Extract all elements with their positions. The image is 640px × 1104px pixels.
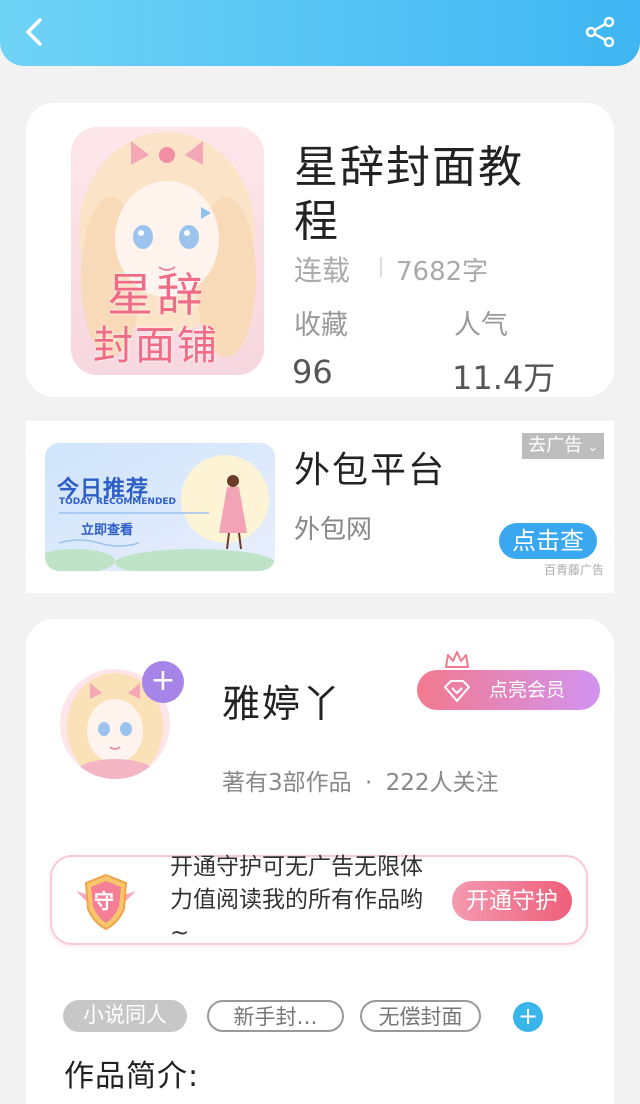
follow-author-button[interactable]: + (142, 661, 184, 703)
top-bar (0, 0, 640, 66)
popularity-value: 11.4万 (452, 359, 556, 397)
ad-illustration (45, 443, 275, 571)
works-count: 著有3部作品 (222, 770, 352, 796)
tag-free-cover[interactable]: 无偿封面 (360, 1000, 481, 1032)
ad-image[interactable]: 今日推荐 TODAY RECOMMENDED 立即查看 (45, 443, 275, 571)
divider (380, 257, 382, 277)
activate-vip-button[interactable]: 点亮会员 (417, 670, 600, 710)
crown-icon (445, 651, 469, 668)
book-title: 星辞封面教程 (294, 142, 524, 247)
chevron-left-icon (26, 18, 42, 46)
author-card: + 雅婷丫 点亮会员 著有3部作品 · 222人关注 守 开通守护可无广告无限体… (26, 619, 614, 1104)
word-count: 7682字 (396, 257, 489, 287)
plus-icon: + (150, 663, 176, 698)
add-tag-button[interactable]: + (513, 1002, 543, 1032)
tag-fanfiction[interactable]: 小说同人 (63, 1000, 187, 1032)
ad-cta-button[interactable]: 点击查 (499, 523, 597, 559)
share-button[interactable] (582, 14, 618, 50)
vip-label: 点亮会员 (489, 679, 566, 701)
activate-guard-button[interactable]: 开通守护 (452, 881, 572, 921)
synopsis-heading: 作品简介: (64, 1059, 200, 1094)
chevron-down-icon: ⌄ (587, 440, 598, 454)
author-stats: 著有3部作品 · 222人关注 (222, 763, 498, 797)
guard-banner: 守 开通守护可无广告无限体力值阅读我的所有作品哟~ 开通守护 (50, 854, 588, 946)
cover-title-line2: 封面铺 (93, 323, 219, 369)
back-button[interactable] (18, 14, 54, 50)
share-icon (585, 16, 615, 48)
ad-card[interactable]: 今日推荐 TODAY RECOMMENDED 立即查看 外包平台 外包网 去广告… (26, 421, 614, 593)
followers-count: 222人关注 (385, 770, 499, 796)
dot-separator: · (364, 770, 373, 796)
plus-icon: + (517, 1002, 539, 1030)
tag-beginner-cover[interactable]: 新手封… (207, 1000, 344, 1032)
diamond-icon (444, 680, 470, 702)
favorites-value: 96 (292, 353, 333, 391)
guard-description: 开通守护可无广告无限体力值阅读我的所有作品哟~ (170, 854, 423, 946)
favorites-label: 收藏 (294, 310, 348, 341)
author-name: 雅婷丫 (222, 682, 343, 726)
ad-image-cta: 立即查看 (81, 523, 134, 538)
popularity-label: 人气 (454, 310, 508, 341)
ad-image-subline: TODAY RECOMMENDED (59, 497, 177, 507)
remove-ad-button[interactable]: 去广告 ⌄ (522, 433, 604, 459)
ad-source-label: 百青藤广告 (543, 563, 604, 577)
guard-badge-char: 守 (94, 889, 114, 913)
book-cover-image[interactable]: 星辞 封面铺 (71, 127, 264, 375)
remove-ad-label: 去广告 (528, 435, 583, 456)
ad-subtitle: 外包网 (294, 515, 373, 545)
serial-status: 连载 (294, 254, 351, 287)
book-info-card: 星辞 封面铺 星辞封面教程 连载 7682字 收藏 人气 96 11.4万 (26, 103, 614, 397)
ad-title: 外包平台 (294, 450, 447, 491)
